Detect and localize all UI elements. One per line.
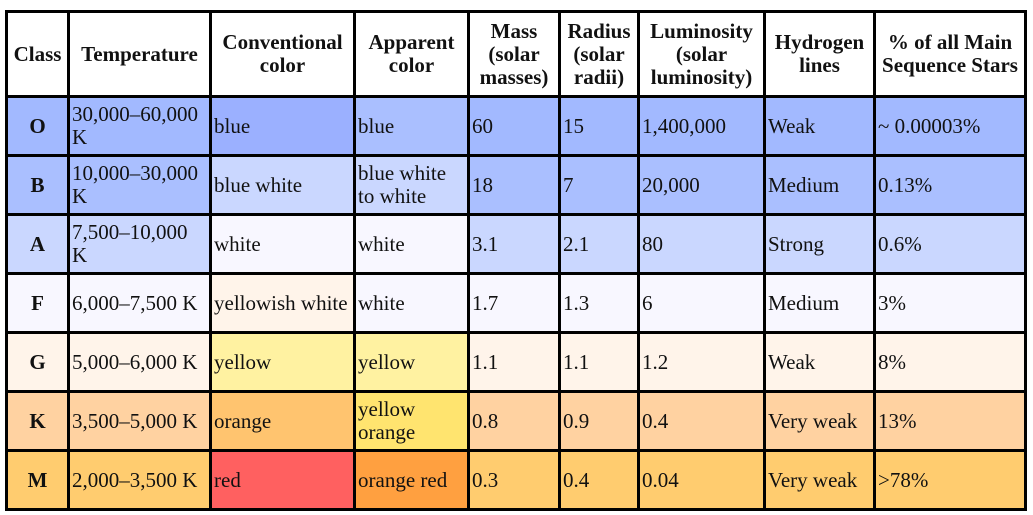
radius-cell: 1.3	[558, 272, 640, 334]
class-cell: G	[5, 331, 70, 393]
percent-cell: 3%	[873, 272, 1027, 334]
temperature-cell: 10,000–30,000 K	[67, 154, 212, 216]
header-temperature: Temperature	[67, 10, 212, 98]
class-cell: F	[5, 272, 70, 334]
header-conventional-color: Conventional color	[209, 10, 356, 98]
mass-cell: 3.1	[467, 213, 561, 275]
temperature-cell: 3,500–5,000 K	[67, 390, 212, 452]
header-percent-main-sequence: % of all Main Sequence Stars	[873, 10, 1027, 98]
header-luminosity: Luminosity (solar luminosity)	[637, 10, 766, 98]
temperature-cell: 6,000–7,500 K	[67, 272, 212, 334]
header-class: Class	[5, 10, 70, 98]
conventional-color-cell: yellowish white	[209, 272, 356, 334]
conventional-color-cell: orange	[209, 390, 356, 452]
hydrogen-lines-cell: Strong	[763, 213, 876, 275]
conventional-color-cell: blue	[209, 95, 356, 157]
mass-cell: 60	[467, 95, 561, 157]
temperature-cell: 2,000–3,500 K	[67, 449, 212, 511]
percent-cell: 0.13%	[873, 154, 1027, 216]
mass-cell: 0.3	[467, 449, 561, 511]
percent-cell: 0.6%	[873, 213, 1027, 275]
conventional-color-cell: white	[209, 213, 356, 275]
mass-cell: 1.7	[467, 272, 561, 334]
radius-cell: 7	[558, 154, 640, 216]
radius-cell: 15	[558, 95, 640, 157]
luminosity-cell: 80	[637, 213, 766, 275]
apparent-color-cell: blue white to white	[353, 154, 470, 216]
conventional-color-cell: red	[209, 449, 356, 511]
radius-cell: 2.1	[558, 213, 640, 275]
header-mass: Mass (solar masses)	[467, 10, 561, 98]
hydrogen-lines-cell: Very weak	[763, 390, 876, 452]
hydrogen-lines-cell: Weak	[763, 331, 876, 393]
table-row: F 6,000–7,500 Kyellowish white white 1.7 1.3…	[5, 272, 1027, 334]
apparent-color-cell: yellow orange	[353, 390, 470, 452]
hydrogen-lines-cell: Medium	[763, 154, 876, 216]
apparent-color-cell: blue	[353, 95, 470, 157]
luminosity-cell: 0.4	[637, 390, 766, 452]
table-row: A 7,500–10,000 Kwhite white 3.1 2.1 80 Strong 0…	[5, 213, 1027, 275]
stellar-classification-table: Class Temperature Conventional color App…	[5, 10, 1027, 511]
apparent-color-cell: white	[353, 272, 470, 334]
header-apparent-color: Apparent color	[353, 10, 470, 98]
class-cell: M	[5, 449, 70, 511]
mass-cell: 18	[467, 154, 561, 216]
header-hydrogen-lines: Hydrogen lines	[763, 10, 876, 98]
luminosity-cell: 20,000	[637, 154, 766, 216]
temperature-cell: 30,000–60,000 K	[67, 95, 212, 157]
conventional-color-cell: yellow	[209, 331, 356, 393]
hydrogen-lines-cell: Medium	[763, 272, 876, 334]
conventional-color-cell: blue white	[209, 154, 356, 216]
radius-cell: 0.4	[558, 449, 640, 511]
percent-cell: 13%	[873, 390, 1027, 452]
apparent-color-cell: white	[353, 213, 470, 275]
table-row: K 3,500–5,000 Korange yellow orange 0.8 0.9 0…	[5, 390, 1027, 452]
apparent-color-cell: orange red	[353, 449, 470, 511]
percent-cell: >78%	[873, 449, 1027, 511]
temperature-cell: 7,500–10,000 K	[67, 213, 212, 275]
class-cell: A	[5, 213, 70, 275]
mass-cell: 0.8	[467, 390, 561, 452]
header-radius: Radius (solar radii)	[558, 10, 640, 98]
hydrogen-lines-cell: Weak	[763, 95, 876, 157]
temperature-cell: 5,000–6,000 K	[67, 331, 212, 393]
luminosity-cell: 1.2	[637, 331, 766, 393]
table-row: G 5,000–6,000 Kyellow yellow 1.1 1.1 1.2 Weak 8…	[5, 331, 1027, 393]
table-row: M 2,000–3,500 Kred orange red 0.3 0.4 0.04 Ver…	[5, 449, 1027, 511]
radius-cell: 0.9	[558, 390, 640, 452]
table-row: B 10,000–30,000 Kblue white blue white to …	[5, 154, 1027, 216]
class-cell: K	[5, 390, 70, 452]
mass-cell: 1.1	[467, 331, 561, 393]
hydrogen-lines-cell: Very weak	[763, 449, 876, 511]
class-cell: B	[5, 154, 70, 216]
apparent-color-cell: yellow	[353, 331, 470, 393]
luminosity-cell: 1,400,000	[637, 95, 766, 157]
luminosity-cell: 0.04	[637, 449, 766, 511]
luminosity-cell: 6	[637, 272, 766, 334]
radius-cell: 1.1	[558, 331, 640, 393]
percent-cell: ~ 0.00003%	[873, 95, 1027, 157]
header-row: Class Temperature Conventional color App…	[5, 10, 1027, 98]
percent-cell: 8%	[873, 331, 1027, 393]
class-cell: O	[5, 95, 70, 157]
table-row: O 30,000–60,000 Kblue blue 60 15 1,400,000 Wea…	[5, 95, 1027, 157]
